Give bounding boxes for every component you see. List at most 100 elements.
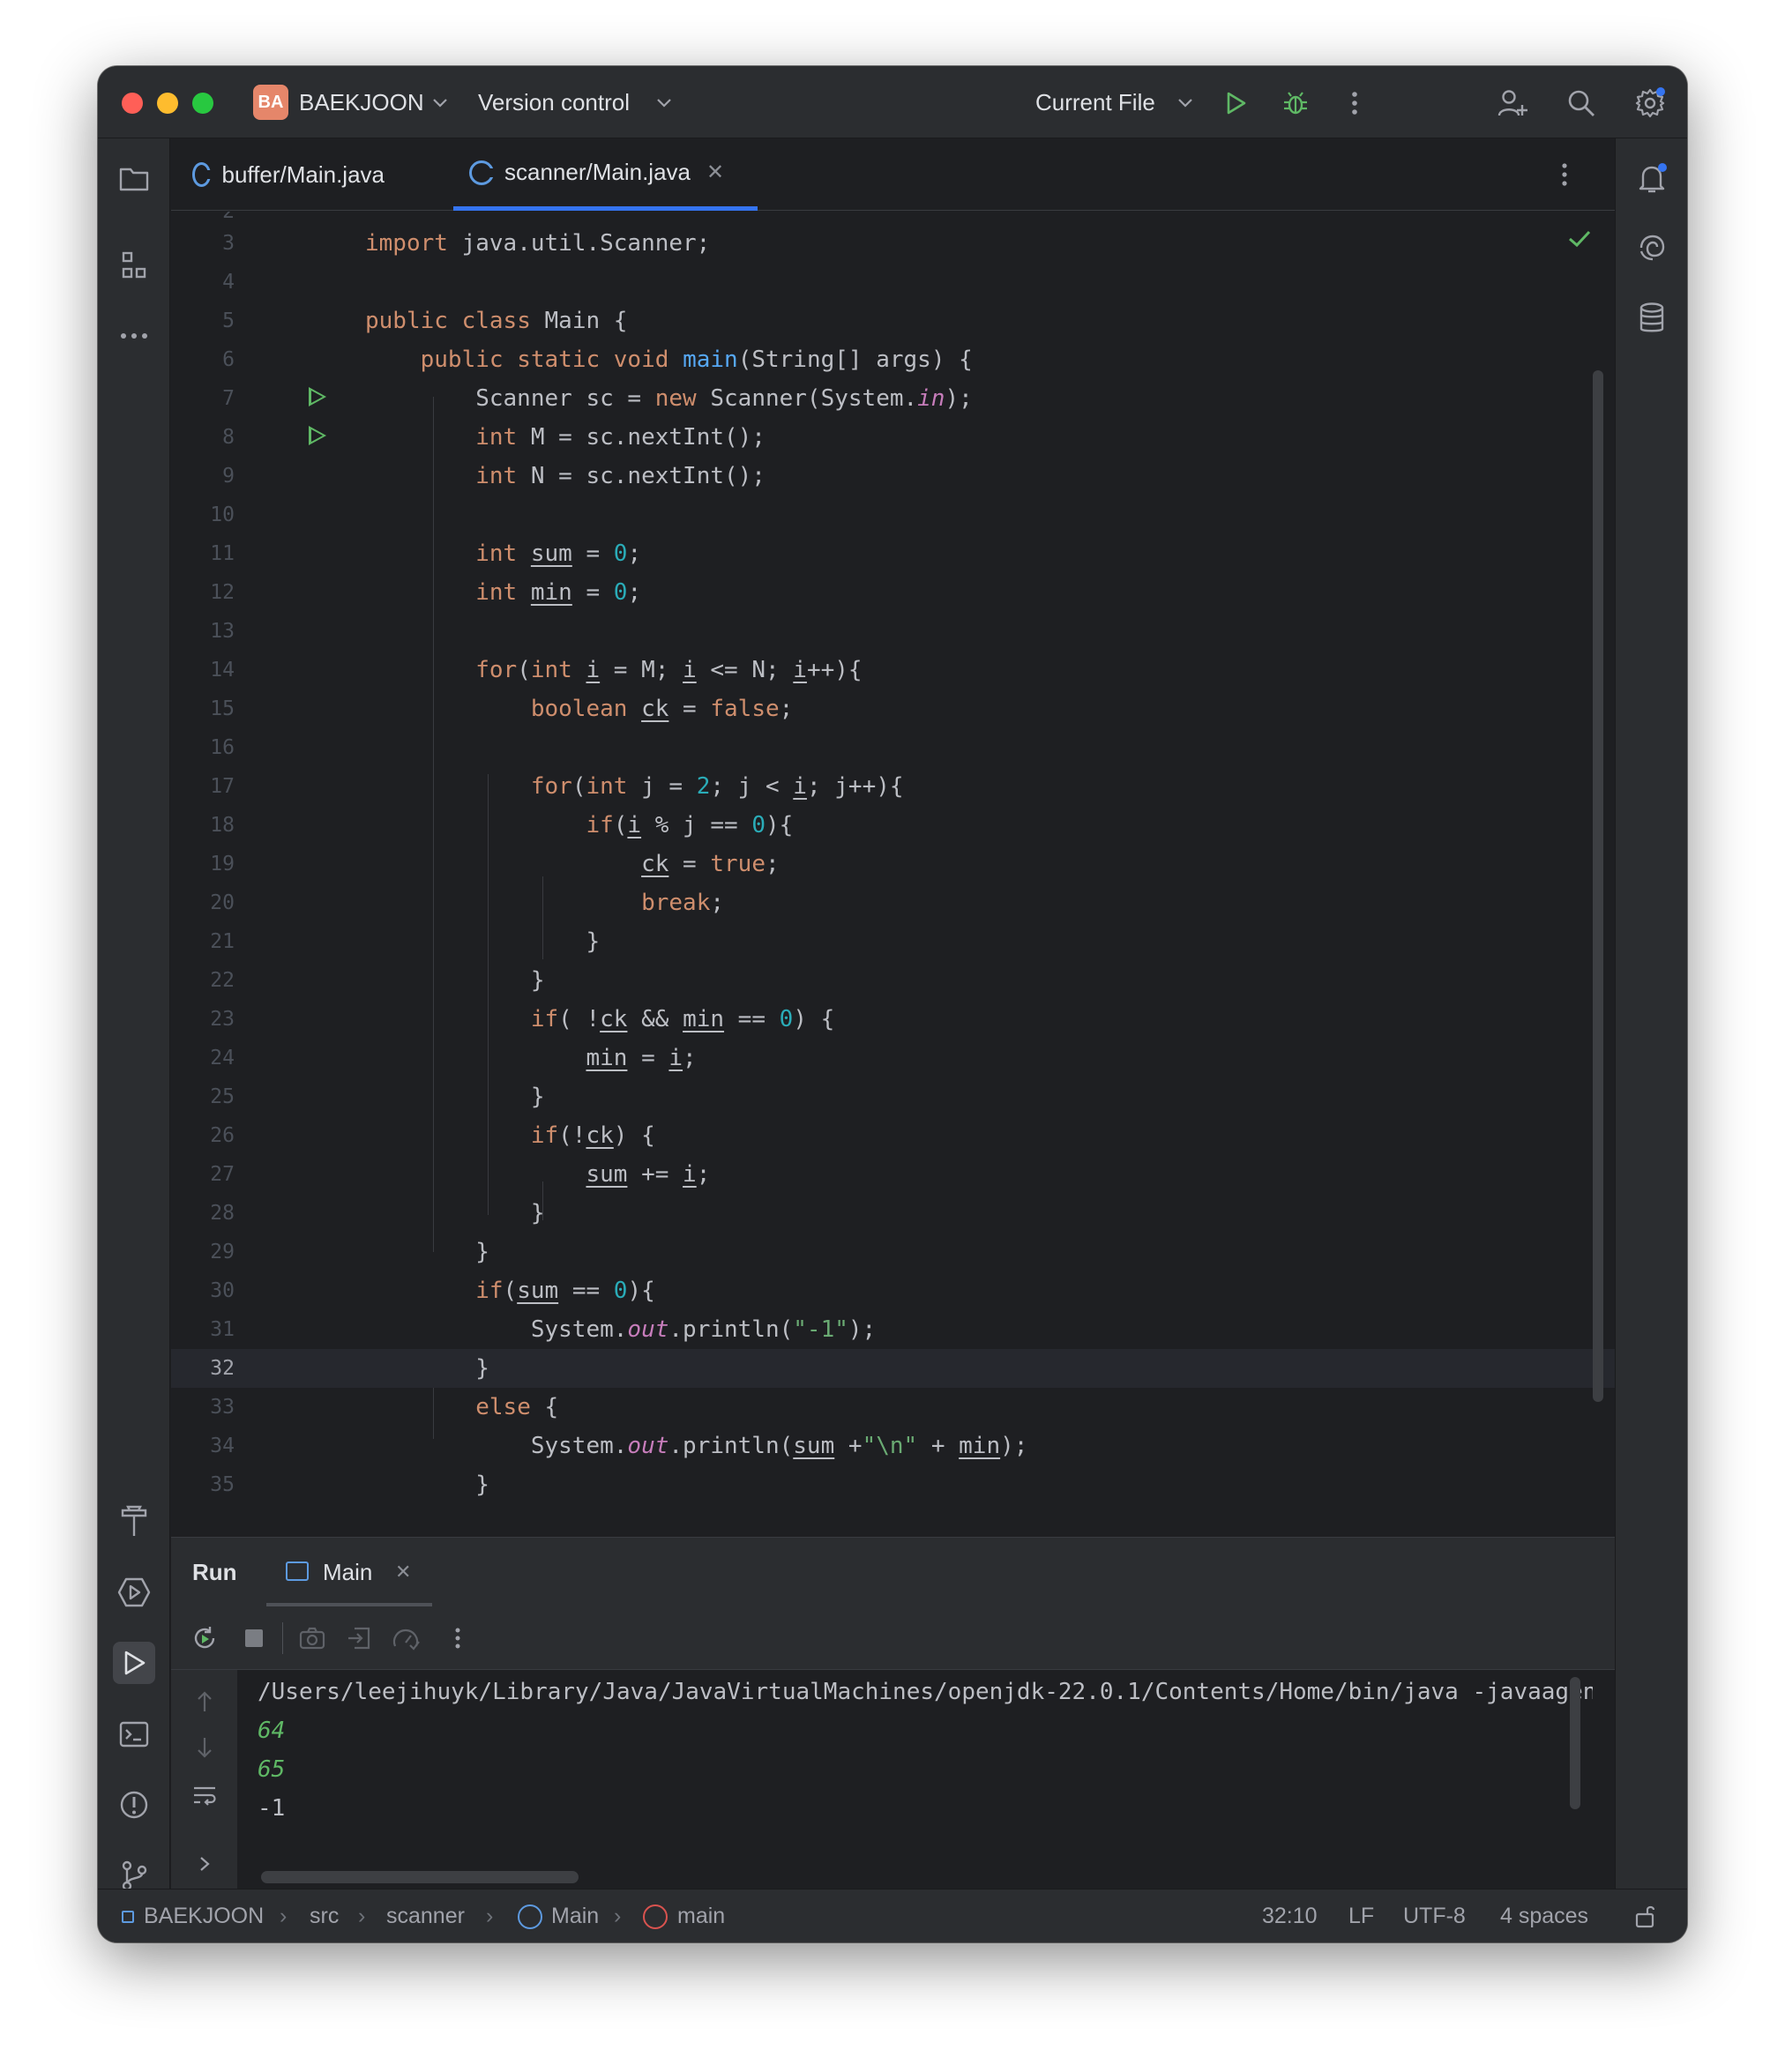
coverage-icon[interactable] — [388, 1621, 423, 1656]
line-number[interactable]: 5 — [171, 302, 235, 340]
code-text[interactable]: int N = sc.nextInt(); — [365, 457, 766, 496]
code-line[interactable]: 9 int N = sc.nextInt(); — [171, 457, 1615, 496]
code-line[interactable]: 32 } — [171, 1349, 1615, 1388]
line-number[interactable]: 21 — [171, 922, 235, 961]
breadcrumb-project[interactable]: BAEKJOON — [144, 1904, 264, 1929]
code-editor[interactable]: 2 3 import java.util.Scanner; 4 5 public cla… — [171, 212, 1615, 1537]
code-line[interactable]: 24 min = i; — [171, 1039, 1615, 1077]
code-text[interactable]: } — [365, 922, 600, 961]
services-icon[interactable] — [113, 1571, 155, 1614]
add-user-icon[interactable] — [1495, 86, 1530, 121]
code-line[interactable]: 19 ck = true; — [171, 845, 1615, 883]
run-tab-main[interactable]: Main ✕ — [266, 1538, 432, 1606]
code-line[interactable]: 3 import java.util.Scanner; — [171, 224, 1615, 263]
line-number[interactable]: 6 — [171, 340, 235, 379]
terminal-icon[interactable] — [113, 1713, 155, 1755]
line-number[interactable]: 24 — [171, 1039, 235, 1077]
code-text[interactable]: int min = 0; — [365, 573, 641, 612]
run-config-selector[interactable]: Current File — [1035, 89, 1155, 116]
line-number[interactable]: 18 — [171, 806, 235, 845]
run-gutter-icon[interactable] — [309, 387, 326, 406]
line-number[interactable]: 31 — [171, 1310, 235, 1349]
debug-icon[interactable] — [1278, 86, 1313, 121]
run-gutter-icon[interactable] — [309, 426, 326, 445]
code-text[interactable]: } — [365, 961, 545, 1000]
code-line[interactable]: 20 break; — [171, 883, 1615, 922]
line-number[interactable]: 4 — [171, 263, 235, 302]
breadcrumb-src[interactable]: src — [310, 1904, 339, 1929]
code-line[interactable]: 14 for(int i = M; i <= N; i++){ — [171, 651, 1615, 689]
code-text[interactable]: boolean ck = false; — [365, 689, 793, 728]
minimize-window-button[interactable] — [157, 93, 178, 114]
code-text[interactable]: } — [365, 1465, 489, 1504]
caret-position[interactable]: 32:10 — [1262, 1904, 1318, 1929]
code-text[interactable]: } — [365, 1194, 545, 1233]
code-line[interactable]: 18 if(i % j == 0){ — [171, 806, 1615, 845]
line-number[interactable]: 15 — [171, 689, 235, 728]
code-line[interactable]: 26 if(!ck) { — [171, 1116, 1615, 1155]
more-vertical-icon[interactable] — [1561, 161, 1568, 192]
code-text[interactable]: import java.util.Scanner; — [365, 224, 710, 263]
more-tools-icon[interactable] — [113, 315, 155, 357]
code-text[interactable]: System.out.println("-1"); — [365, 1310, 876, 1349]
code-line[interactable]: 27 sum += i; — [171, 1155, 1615, 1194]
code-line[interactable]: 21 } — [171, 922, 1615, 961]
build-hammer-icon[interactable] — [113, 1501, 155, 1543]
code-line[interactable]: 7 Scanner sc = new Scanner(System.in); — [171, 379, 1615, 418]
search-icon[interactable] — [1564, 86, 1599, 121]
line-number[interactable]: 34 — [171, 1427, 235, 1465]
code-text[interactable]: min = i; — [365, 1039, 696, 1077]
line-number[interactable]: 12 — [171, 573, 235, 612]
code-line[interactable]: 6 public static void main(String[] args)… — [171, 340, 1615, 379]
code-text[interactable]: for(int i = M; i <= N; i++){ — [365, 651, 862, 689]
line-number[interactable]: 23 — [171, 1000, 235, 1039]
arrow-down-icon[interactable] — [187, 1730, 222, 1765]
restore-layout-icon[interactable] — [341, 1621, 377, 1656]
code-line[interactable]: 5 public class Main { — [171, 302, 1615, 340]
code-text[interactable]: public static void main(String[] args) { — [365, 340, 973, 379]
console-output[interactable]: /Users/leejihuyk/Library/Java/JavaVirtua… — [237, 1670, 1593, 1889]
settings-gear-icon[interactable] — [1632, 86, 1668, 121]
camera-icon[interactable] — [295, 1621, 330, 1656]
code-text[interactable]: } — [365, 1077, 545, 1116]
close-tab-icon[interactable]: ✕ — [395, 1561, 411, 1584]
lock-icon[interactable] — [1634, 1904, 1657, 1934]
code-text[interactable]: if(!ck) { — [365, 1116, 655, 1155]
line-number[interactable]: 19 — [171, 845, 235, 883]
line-number[interactable]: 30 — [171, 1271, 235, 1310]
line-number[interactable]: 17 — [171, 767, 235, 806]
code-text[interactable]: else { — [365, 1388, 558, 1427]
file-encoding[interactable]: UTF-8 — [1403, 1904, 1466, 1929]
no-problems-check-icon[interactable] — [1567, 229, 1592, 253]
code-line[interactable]: 29 } — [171, 1233, 1615, 1271]
close-window-button[interactable] — [122, 93, 143, 114]
chevron-right-icon[interactable] — [187, 1846, 222, 1882]
code-text[interactable]: for(int j = 2; j < i; j++){ — [365, 767, 904, 806]
code-line[interactable]: 17 for(int j = 2; j < i; j++){ — [171, 767, 1615, 806]
code-line[interactable]: 12 int min = 0; — [171, 573, 1615, 612]
line-number[interactable]: 20 — [171, 883, 235, 922]
code-text[interactable]: if(i % j == 0){ — [365, 806, 793, 845]
breadcrumb-package[interactable]: scanner — [386, 1904, 465, 1929]
line-number[interactable]: 13 — [171, 612, 235, 651]
code-text[interactable]: public class Main { — [365, 302, 627, 340]
code-text[interactable]: int sum = 0; — [365, 534, 641, 573]
code-text[interactable]: sum += i; — [365, 1155, 710, 1194]
line-number[interactable]: 27 — [171, 1155, 235, 1194]
code-line[interactable]: 31 System.out.println("-1"); — [171, 1310, 1615, 1349]
project-selector[interactable]: BAEKJOON — [299, 89, 424, 116]
code-text[interactable]: } — [365, 1349, 489, 1388]
tab-scanner-main[interactable]: scanner/Main.java ✕ — [453, 138, 758, 211]
database-icon[interactable] — [1631, 297, 1673, 339]
line-number[interactable]: 29 — [171, 1233, 235, 1271]
more-vertical-icon[interactable] — [440, 1621, 475, 1656]
code-text[interactable]: break; — [365, 883, 724, 922]
console-vertical-scrollbar[interactable] — [1570, 1677, 1580, 1809]
indent-setting[interactable]: 4 spaces — [1500, 1904, 1588, 1929]
notifications-bell-icon[interactable] — [1631, 158, 1673, 200]
tab-buffer-main[interactable]: buffer/Main.java — [192, 138, 385, 211]
code-line[interactable]: 30 if(sum == 0){ — [171, 1271, 1615, 1310]
line-number[interactable]: 35 — [171, 1465, 235, 1504]
chevron-down-icon[interactable] — [422, 86, 458, 121]
code-line[interactable]: 22 } — [171, 961, 1615, 1000]
